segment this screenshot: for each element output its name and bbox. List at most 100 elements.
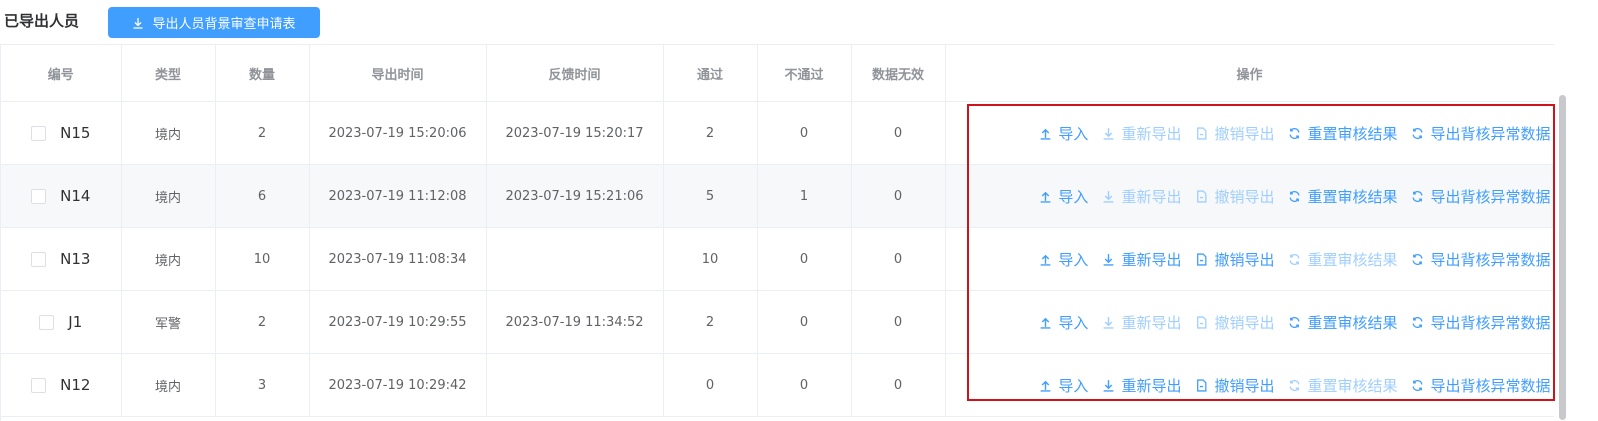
- table-row: N13 境内 10 2023-07-19 11:08:34 10 0 0 导入 …: [1, 227, 1554, 291]
- row-code: N13: [60, 250, 91, 268]
- refresh-icon: [1413, 190, 1423, 202]
- import-label: 导入: [1058, 250, 1089, 269]
- header-pass: 通过: [663, 45, 758, 102]
- reset-review-button[interactable]: 重置审核结果: [1288, 186, 1397, 207]
- reset-review-button[interactable]: 重置审核结果: [1288, 375, 1397, 396]
- row-checkbox[interactable]: [31, 125, 47, 141]
- export-application-form-button[interactable]: 导出人员背景审查申请表: [108, 7, 320, 38]
- reexport-label: 重新导出: [1121, 250, 1182, 269]
- row-feedback-time: 2023-07-19 15:20:17: [486, 101, 664, 165]
- export-abnormal-label: 导出背核异常数据: [1430, 187, 1551, 206]
- row-count: 2: [215, 101, 310, 165]
- upload-icon: [1041, 380, 1051, 392]
- row-invalid: 0: [851, 290, 946, 354]
- reset-review-label: 重置审核结果: [1307, 124, 1398, 143]
- import-label: 导入: [1058, 187, 1089, 206]
- revoke-export-button[interactable]: 撤销导出: [1195, 375, 1274, 396]
- row-code: N15: [60, 124, 91, 142]
- export-abnormal-button[interactable]: 导出背核异常数据: [1411, 123, 1551, 144]
- refresh-icon: [1413, 127, 1423, 139]
- export-abnormal-label: 导出背核异常数据: [1430, 313, 1551, 332]
- header-code: 编号: [1, 45, 122, 102]
- row-feedback-time: [486, 353, 664, 417]
- export-abnormal-button[interactable]: 导出背核异常数据: [1411, 249, 1551, 270]
- revoke-export-button[interactable]: 撤销导出: [1195, 123, 1274, 144]
- vertical-scrollbar[interactable]: [1559, 95, 1566, 420]
- reexport-label: 重新导出: [1121, 313, 1182, 332]
- row-checkbox[interactable]: [31, 188, 47, 204]
- row-code: N14: [60, 187, 91, 205]
- refresh-icon: [1413, 316, 1423, 328]
- row-checkbox[interactable]: [31, 251, 47, 267]
- import-button[interactable]: 导入: [1039, 186, 1088, 207]
- row-checkbox[interactable]: [39, 314, 55, 330]
- row-fail: 0: [757, 290, 852, 354]
- row-code: N12: [60, 376, 91, 394]
- row-invalid: 0: [851, 353, 946, 417]
- reset-review-button[interactable]: 重置审核结果: [1288, 123, 1397, 144]
- upload-icon: [1041, 317, 1051, 329]
- row-export-time: 2023-07-19 15:20:06: [309, 101, 487, 165]
- import-button[interactable]: 导入: [1039, 375, 1088, 396]
- table-row: J1 军警 2 2023-07-19 10:29:55 2023-07-19 1…: [1, 290, 1554, 354]
- row-invalid: 0: [851, 101, 946, 165]
- import-button[interactable]: 导入: [1039, 312, 1088, 333]
- export-abnormal-button[interactable]: 导出背核异常数据: [1411, 312, 1551, 333]
- upload-icon: [1041, 254, 1051, 266]
- reexport-button[interactable]: 重新导出: [1102, 375, 1181, 396]
- header-feedback-time: 反馈时间: [486, 45, 664, 102]
- import-label: 导入: [1058, 124, 1089, 143]
- revoke-export-label: 撤销导出: [1214, 313, 1275, 332]
- row-pass: 5: [663, 164, 758, 228]
- row-feedback-time: 2023-07-19 11:34:52: [486, 290, 664, 354]
- import-label: 导入: [1058, 376, 1089, 395]
- export-abnormal-button[interactable]: 导出背核异常数据: [1411, 375, 1551, 396]
- revoke-export-label: 撤销导出: [1214, 376, 1275, 395]
- reset-review-button[interactable]: 重置审核结果: [1288, 312, 1397, 333]
- export-abnormal-label: 导出背核异常数据: [1430, 376, 1551, 395]
- reexport-button[interactable]: 重新导出: [1102, 123, 1181, 144]
- section-title: 已导出人员: [4, 12, 80, 30]
- reexport-button[interactable]: 重新导出: [1102, 249, 1181, 270]
- document-icon: [1197, 126, 1207, 140]
- row-invalid: 0: [851, 227, 946, 291]
- header-export-time: 导出时间: [309, 45, 487, 102]
- revoke-export-label: 撤销导出: [1214, 187, 1275, 206]
- revoke-export-button[interactable]: 撤销导出: [1195, 249, 1274, 270]
- import-button[interactable]: 导入: [1039, 249, 1088, 270]
- row-fail: 1: [757, 164, 852, 228]
- document-icon: [1197, 252, 1207, 266]
- header-actions: 操作: [945, 45, 1554, 102]
- revoke-export-label: 撤销导出: [1214, 250, 1275, 269]
- reexport-label: 重新导出: [1121, 187, 1182, 206]
- export-abnormal-button[interactable]: 导出背核异常数据: [1411, 186, 1551, 207]
- table-row: N15 境内 2 2023-07-19 15:20:06 2023-07-19 …: [1, 101, 1554, 165]
- row-type: 境内: [121, 227, 216, 291]
- row-feedback-time: [486, 227, 664, 291]
- row-export-time: 2023-07-19 10:29:42: [309, 353, 487, 417]
- export-button-label: 导出人员背景审查申请表: [152, 17, 296, 32]
- revoke-export-button[interactable]: 撤销导出: [1195, 312, 1274, 333]
- row-count: 3: [215, 353, 310, 417]
- row-pass: 10: [663, 227, 758, 291]
- reexport-button[interactable]: 重新导出: [1102, 312, 1181, 333]
- row-fail: 0: [757, 353, 852, 417]
- document-icon: [1197, 378, 1207, 392]
- refresh-icon: [1289, 190, 1300, 202]
- header-invalid: 数据无效: [851, 45, 946, 102]
- upload-icon: [1041, 128, 1051, 140]
- revoke-export-button[interactable]: 撤销导出: [1195, 186, 1274, 207]
- row-count: 2: [215, 290, 310, 354]
- row-export-time: 2023-07-19 11:08:34: [309, 227, 487, 291]
- download-icon: [133, 17, 143, 29]
- reexport-label: 重新导出: [1121, 376, 1182, 395]
- reexport-button[interactable]: 重新导出: [1102, 186, 1181, 207]
- import-button[interactable]: 导入: [1039, 123, 1088, 144]
- row-export-time: 2023-07-19 10:29:55: [309, 290, 487, 354]
- reexport-label: 重新导出: [1121, 124, 1182, 143]
- table-row: N12 境内 3 2023-07-19 10:29:42 0 0 0 导入 重新…: [1, 353, 1554, 417]
- refresh-icon: [1289, 316, 1300, 328]
- row-pass: 2: [663, 290, 758, 354]
- reset-review-button[interactable]: 重置审核结果: [1288, 249, 1397, 270]
- row-checkbox[interactable]: [31, 377, 47, 393]
